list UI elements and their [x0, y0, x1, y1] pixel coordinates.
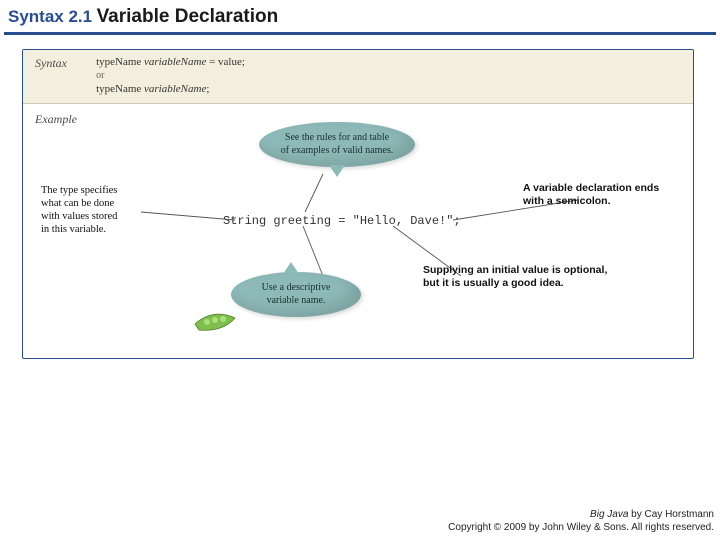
syntax-or: or — [96, 70, 245, 81]
example-area: Example String greeting = "Hello, Dave!"… — [23, 104, 693, 352]
syntax-type-2: typeName — [96, 83, 141, 95]
note-initial-value: Supplying an initial value is optional,b… — [423, 264, 643, 290]
syntax-rest-1: = value; — [206, 56, 245, 68]
syntax-label: Syntax — [35, 56, 93, 71]
title-prefix: Syntax 2.1 — [8, 7, 92, 26]
syntax-var-2: variableName — [144, 83, 206, 95]
footer-book: Big Java — [590, 509, 628, 520]
example-code: String greeting = "Hello, Dave!"; — [223, 214, 461, 228]
slide-title: Syntax 2.1 Variable Declaration — [0, 0, 720, 32]
bubble-descriptive-name: Use a descriptivevariable name. — [231, 272, 361, 317]
syntax-type-1: typeName — [96, 56, 141, 68]
footer: Big Java by Cay Horstmann Copyright © 20… — [448, 508, 714, 534]
bubble-valid-names: See the rules for and tableof examples o… — [259, 122, 415, 167]
syntax-rest-2: ; — [206, 83, 209, 95]
pea-icon — [193, 310, 237, 332]
note-ends-semicolon: A variable declaration endswith a semico… — [523, 182, 687, 208]
example-label: Example — [35, 112, 93, 127]
syntax-box: Syntax typeName variableName = value; or… — [23, 50, 693, 104]
syntax-lines: typeName variableName = value; or typeNa… — [96, 56, 245, 95]
footer-author: by Cay Horstmann — [628, 509, 714, 520]
note-type-specifies: The type specifieswhat can be donewith v… — [41, 184, 151, 237]
footer-copyright: Copyright © 2009 by John Wiley & Sons. A… — [448, 521, 714, 534]
title-main: Variable Declaration — [97, 6, 279, 27]
title-rule — [4, 32, 716, 35]
syntax-figure: Syntax typeName variableName = value; or… — [22, 49, 694, 359]
syntax-var-1: variableName — [144, 56, 206, 68]
